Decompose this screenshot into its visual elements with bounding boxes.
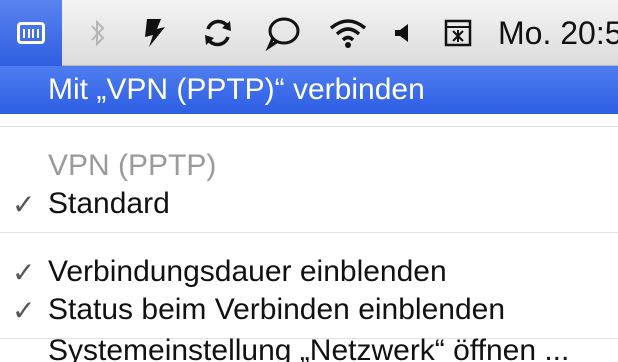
section-header-label: VPN (PPTP) bbox=[48, 149, 217, 182]
sync-icon bbox=[205, 19, 231, 47]
screen: Mo. 20:5 Mit „VPN (PPTP)“ verbinden VPN … bbox=[0, 0, 618, 362]
menu-separator bbox=[0, 232, 618, 233]
menu-separator bbox=[0, 126, 618, 127]
bluetooth-menu-extra[interactable] bbox=[78, 0, 118, 66]
standard-config-item[interactable]: ✓ Standard bbox=[0, 180, 618, 228]
input-menu-extra[interactable] bbox=[436, 0, 480, 66]
show-status-label: Status beim Verbinden einblenden bbox=[48, 293, 506, 326]
bluetooth-icon bbox=[91, 19, 105, 47]
volume-icon bbox=[395, 24, 408, 42]
menu-bar: Mo. 20:5 bbox=[0, 0, 618, 66]
time-machine-menu-extra[interactable] bbox=[130, 0, 180, 66]
volume-menu-extra[interactable] bbox=[383, 0, 423, 66]
chat-bubble-icon bbox=[265, 17, 300, 51]
clock-text: Mo. 20:5 bbox=[498, 14, 618, 51]
time-machine-icon bbox=[145, 19, 165, 47]
open-network-prefs-label: Systemeinstellung „Netzwerk“ öffnen ... bbox=[48, 334, 570, 362]
checkmark-icon: ✓ bbox=[12, 188, 36, 220]
show-status-item[interactable]: ✓ Status beim Verbinden einblenden bbox=[0, 286, 618, 334]
wifi-icon bbox=[329, 19, 367, 48]
open-network-prefs-item[interactable]: Systemeinstellung „Netzwerk“ öffnen ... bbox=[0, 334, 618, 362]
standard-config-label: Standard bbox=[48, 187, 170, 220]
wifi-menu-extra[interactable] bbox=[320, 0, 376, 66]
connect-vpn-item[interactable]: Mit „VPN (PPTP)“ verbinden bbox=[0, 66, 618, 114]
sync-menu-extra[interactable] bbox=[190, 0, 246, 66]
vpn-status-menu-extra[interactable] bbox=[0, 0, 62, 66]
chat-menu-extra[interactable] bbox=[255, 0, 311, 66]
show-duration-label: Verbindungsdauer einblenden bbox=[48, 255, 447, 288]
checkmark-icon: ✓ bbox=[12, 256, 36, 288]
vpn-icon bbox=[17, 22, 45, 44]
clock-menu-extra[interactable]: Mo. 20:5 bbox=[498, 0, 618, 66]
checkmark-icon: ✓ bbox=[12, 294, 36, 326]
vpn-dropdown-menu: Mit „VPN (PPTP)“ verbinden VPN (PPTP) ✓ … bbox=[0, 66, 618, 362]
input-menu-icon bbox=[444, 19, 472, 47]
connect-vpn-label: Mit „VPN (PPTP)“ verbinden bbox=[48, 73, 425, 106]
